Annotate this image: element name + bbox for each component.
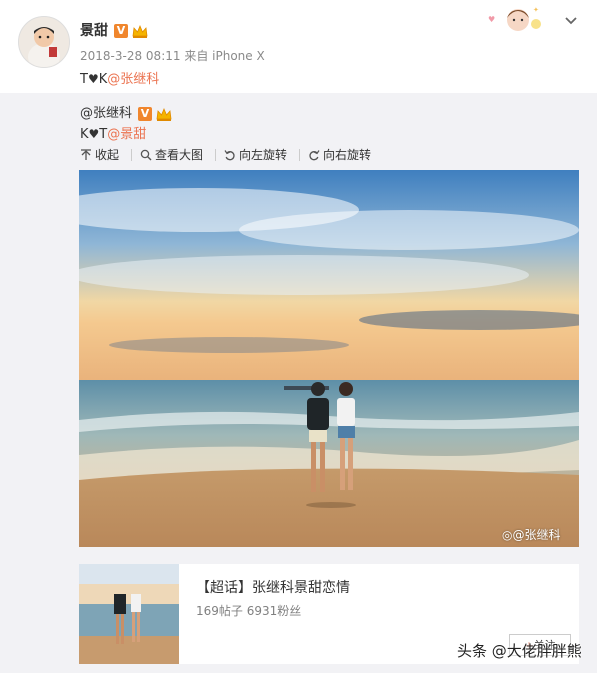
post-mention-link[interactable]: @张继科 bbox=[107, 72, 159, 87]
rotate-left-button[interactable]: 向左旋转 bbox=[224, 146, 287, 163]
rotate-right-button[interactable]: 向右旋转 bbox=[308, 146, 371, 163]
post-text-prefix: T bbox=[80, 72, 88, 87]
verified-badge-icon: V bbox=[138, 106, 153, 121]
divider bbox=[299, 148, 301, 161]
post-author[interactable]: 景甜 V bbox=[80, 20, 148, 40]
photo-watermark: ◎@张继科 bbox=[502, 526, 561, 543]
svg-text:♥: ♥ bbox=[488, 15, 495, 24]
collapse-label: 收起 bbox=[95, 148, 120, 162]
topic-card-title[interactable]: 【超话】张继科景甜恋情 bbox=[196, 577, 350, 597]
rotate-right-icon bbox=[309, 149, 320, 160]
view-large-button[interactable]: 查看大图 bbox=[140, 146, 203, 163]
divider bbox=[215, 148, 217, 161]
rotate-left-label: 向左旋转 bbox=[239, 148, 288, 162]
retweet-author-name[interactable]: @张继科 bbox=[80, 106, 132, 121]
rotate-left-icon bbox=[224, 149, 235, 160]
post-photo[interactable] bbox=[79, 170, 579, 547]
post-timestamp[interactable]: 2018-3-28 08:11 bbox=[80, 49, 181, 63]
post-text-mid: K bbox=[98, 72, 108, 87]
page-watermark: 头条 @大佬胖胖熊 bbox=[457, 642, 582, 660]
retweet-author[interactable]: @张继科 V bbox=[80, 102, 172, 121]
collapse-button[interactable]: 收起 bbox=[80, 146, 119, 163]
view-large-label: 查看大图 bbox=[155, 148, 204, 162]
post-source: 来自 iPhone X bbox=[184, 49, 265, 63]
heart-icon: ♥ bbox=[88, 127, 100, 141]
svg-text:✦: ✦ bbox=[533, 6, 539, 14]
decorative-avatar-icon: ♥ ✦ bbox=[488, 6, 541, 31]
crown-icon bbox=[156, 107, 172, 121]
photo-watermark-text: @张继科 bbox=[512, 528, 561, 542]
retweet-content: K♥T@景甜 bbox=[80, 123, 146, 142]
collapse-icon bbox=[81, 148, 91, 160]
chevron-down-icon[interactable] bbox=[563, 12, 579, 28]
verified-badge-icon: V bbox=[114, 24, 128, 38]
topic-card-thumbnail[interactable] bbox=[79, 564, 179, 664]
crown-icon bbox=[132, 24, 148, 38]
topic-card-stats: 169帖子 6931粉丝 bbox=[196, 604, 302, 618]
heart-icon: ♥ bbox=[87, 72, 99, 86]
retweet-mention-link[interactable]: @景甜 bbox=[107, 127, 146, 142]
weibo-icon: ◎ bbox=[502, 528, 513, 542]
rotate-right-label: 向右旋转 bbox=[323, 148, 372, 162]
author-avatar[interactable] bbox=[18, 16, 70, 68]
image-toolbar: 收起 查看大图 向左旋转 向右旋转 bbox=[80, 146, 383, 163]
divider bbox=[131, 148, 133, 161]
author-name[interactable]: 景甜 bbox=[80, 23, 108, 39]
search-icon bbox=[140, 149, 152, 160]
retweet-text-prefix: K bbox=[80, 127, 89, 142]
post-content: T♥K@张继科 bbox=[80, 68, 159, 87]
post-meta: 2018-3-28 08:11 来自 iPhone X bbox=[80, 47, 265, 64]
